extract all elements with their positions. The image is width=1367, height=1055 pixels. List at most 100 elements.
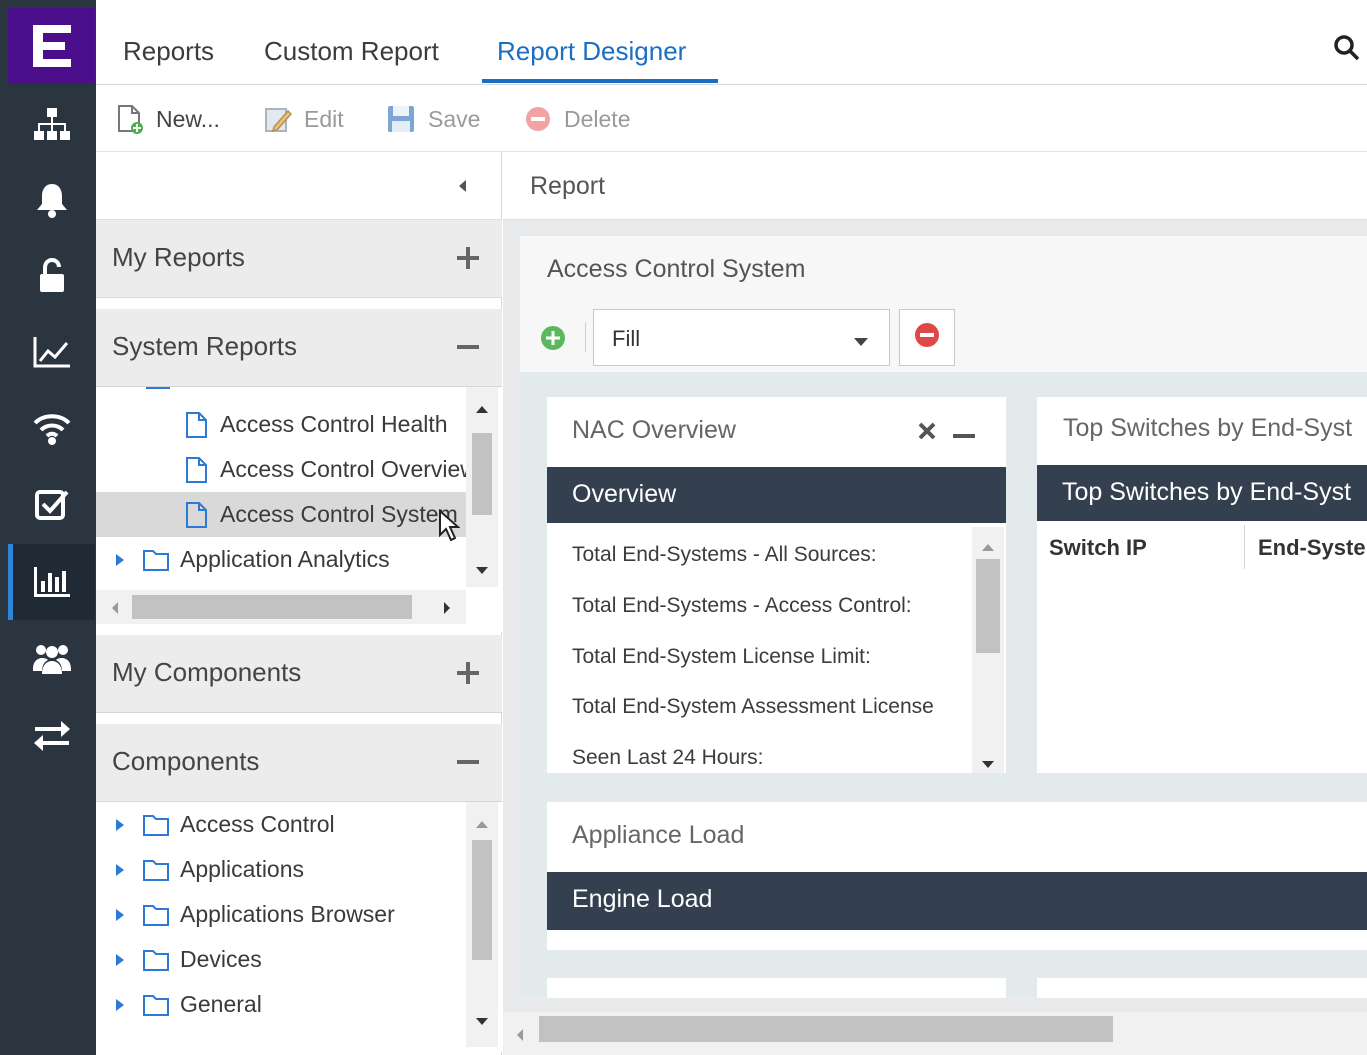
scroll-down-icon[interactable] xyxy=(475,563,489,581)
tree-item-general[interactable]: General xyxy=(96,982,466,1027)
scrollbar-thumb[interactable] xyxy=(472,840,492,960)
my-reports-header[interactable]: My Reports xyxy=(96,220,502,298)
widget-header-bar: Top Switches by End-Syst xyxy=(1037,465,1367,521)
tree-item-access-control-overview[interactable]: Access Control Overview xyxy=(96,447,466,492)
tab-custom-report[interactable]: Custom Report xyxy=(264,36,439,67)
widget-header-label: Top Switches by End-Syst xyxy=(1062,478,1352,506)
vertical-scrollbar[interactable] xyxy=(466,802,498,1047)
my-components-header[interactable]: My Components xyxy=(96,635,502,713)
system-reports-label: System Reports xyxy=(112,331,297,361)
expand-arrow-icon[interactable] xyxy=(114,997,126,1013)
document-icon xyxy=(184,501,210,529)
scrollbar-thumb[interactable] xyxy=(976,559,1000,653)
active-tab-indicator xyxy=(482,79,718,83)
save-icon xyxy=(386,104,428,134)
report-header: Report xyxy=(503,152,1367,220)
nav-wireless-item[interactable] xyxy=(8,390,95,466)
scrollbar-thumb[interactable] xyxy=(539,1016,1113,1042)
components-header[interactable]: Components xyxy=(96,724,502,802)
column-header-switch-ip[interactable]: Switch IP xyxy=(1049,535,1147,561)
minimize-icon[interactable] xyxy=(953,427,975,445)
layout-select[interactable]: Fill xyxy=(593,309,890,366)
plus-icon[interactable] xyxy=(456,246,480,275)
delete-button[interactable]: Delete xyxy=(524,104,630,134)
horizontal-scrollbar[interactable] xyxy=(96,590,466,624)
tree-item-label: Access Control Health xyxy=(220,411,448,437)
tab-reports[interactable]: Reports xyxy=(123,36,214,67)
column-header-end-systems[interactable]: End-Syste xyxy=(1258,535,1366,561)
nav-administration-item[interactable] xyxy=(8,620,95,696)
components-label: Components xyxy=(112,746,260,776)
folder-icon xyxy=(142,993,170,1017)
close-icon[interactable] xyxy=(917,421,937,446)
tree-item-label: General xyxy=(180,991,262,1017)
nav-network-item[interactable] xyxy=(8,86,95,162)
save-button[interactable]: Save xyxy=(386,104,480,134)
expand-arrow-icon[interactable] xyxy=(114,907,126,923)
document-icon xyxy=(184,456,210,484)
nac-overview-widget: NAC Overview Overview Total End-Systems … xyxy=(547,397,1006,773)
column-divider xyxy=(1244,525,1245,569)
scroll-left-icon[interactable] xyxy=(110,601,120,620)
minus-icon[interactable] xyxy=(456,750,480,779)
minus-icon[interactable] xyxy=(456,335,480,364)
extreme-logo[interactable] xyxy=(8,8,95,84)
folder-icon xyxy=(142,548,170,572)
network-topology-icon xyxy=(33,106,71,142)
system-reports-header[interactable]: System Reports xyxy=(96,309,502,387)
report-title: Access Control System xyxy=(547,255,806,283)
document-icon xyxy=(184,411,210,439)
add-row-icon[interactable] xyxy=(540,325,566,356)
scrollbar-thumb[interactable] xyxy=(472,433,492,515)
tree-item-applications-browser[interactable]: Applications Browser xyxy=(96,892,466,937)
tree-item-applications[interactable]: Applications xyxy=(96,847,466,892)
nav-connect-item[interactable] xyxy=(8,698,95,774)
edit-button[interactable]: Edit xyxy=(264,104,344,134)
scroll-down-icon[interactable] xyxy=(981,757,995,773)
delete-button-label: Delete xyxy=(564,105,631,132)
expand-arrow-icon[interactable] xyxy=(114,862,126,878)
scroll-down-icon[interactable] xyxy=(475,1014,489,1032)
scrollbar-thumb[interactable] xyxy=(132,595,412,619)
remove-row-button[interactable] xyxy=(899,309,955,366)
nav-alarms-item[interactable] xyxy=(8,162,95,238)
horizontal-scrollbar[interactable] xyxy=(503,1012,1367,1055)
delete-icon xyxy=(524,105,564,133)
nav-analytics-item[interactable] xyxy=(8,314,95,390)
tab-report-designer[interactable]: Report Designer xyxy=(497,36,686,67)
appliance-load-widget: Appliance Load Engine Load xyxy=(547,802,1367,950)
top-switches-widget: Top Switches by End-Syst Top Switches by… xyxy=(1037,397,1367,773)
scroll-up-icon[interactable] xyxy=(981,539,995,557)
folder-icon xyxy=(142,858,170,882)
save-button-label: Save xyxy=(428,105,481,132)
new-button-label: New... xyxy=(156,105,220,132)
left-panel: My Reports System Reports Access Control… xyxy=(96,152,502,1055)
vertical-scrollbar[interactable] xyxy=(972,527,1004,773)
tree-item-access-control-system[interactable]: Access Control System xyxy=(96,492,466,537)
line-chart-icon xyxy=(32,335,72,369)
scroll-up-icon[interactable] xyxy=(475,816,489,834)
tree-item-application-analytics[interactable]: Application Analytics xyxy=(96,537,466,582)
scroll-left-icon[interactable] xyxy=(515,1028,525,1047)
list-item: Total End-Systems - Access Control: xyxy=(572,594,912,617)
collapse-left-icon[interactable] xyxy=(456,178,468,199)
scroll-right-icon[interactable] xyxy=(442,601,452,620)
nav-reports-item[interactable] xyxy=(8,544,95,620)
tree-item-access-control[interactable]: Access Control xyxy=(96,802,466,847)
tree-item-access-control-health[interactable]: Access Control Health xyxy=(96,402,466,447)
scroll-up-icon[interactable] xyxy=(475,401,489,419)
expand-arrow-icon[interactable] xyxy=(114,552,126,568)
plus-icon[interactable] xyxy=(456,661,480,690)
vertical-scrollbar[interactable] xyxy=(466,387,498,587)
toolbar-separator xyxy=(585,322,586,352)
new-button[interactable]: New... xyxy=(116,104,220,134)
expand-arrow-icon[interactable] xyxy=(114,817,126,833)
my-reports-label: My Reports xyxy=(112,242,245,272)
tree-item-devices[interactable]: Devices xyxy=(96,937,466,982)
search-icon[interactable] xyxy=(1333,34,1361,67)
nav-compliance-item[interactable] xyxy=(8,466,95,542)
expand-arrow-icon[interactable] xyxy=(114,952,126,968)
chevron-down-icon xyxy=(853,334,869,352)
nav-access-control-item[interactable] xyxy=(8,238,95,314)
partial-widget xyxy=(1037,978,1367,998)
